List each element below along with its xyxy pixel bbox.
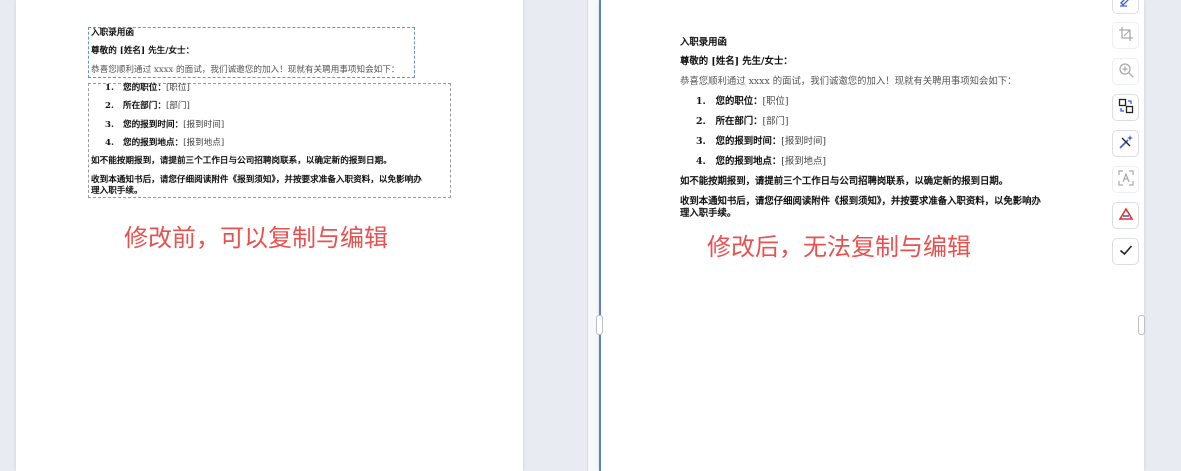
list-item: 3. 您的报到时间：[报到时间] (105, 120, 224, 131)
doc-intro: 恭喜您顺利通过 xxxx 的面试，我们诚邀您的加入！现就有关聘用事项知会如下： (680, 76, 1017, 87)
zoom-in-button[interactable] (1112, 58, 1139, 85)
list-label: 所在部门： (715, 116, 763, 127)
acrobat-button[interactable] (1112, 202, 1139, 229)
doc-closing-line2: 理入职手续。 (91, 186, 143, 196)
list-item: 4. 您的报到地点：[报到地点] (696, 156, 826, 168)
sign-pen-button[interactable] (1112, 0, 1139, 14)
doc-greeting: 尊敬的 [姓名] 先生/女士： (680, 56, 793, 67)
doc-closing-line2: 理入职手续。 (680, 208, 737, 219)
check-button[interactable] (1112, 238, 1139, 265)
list-number: 1. (105, 83, 114, 93)
list-value: [报到地点] (183, 138, 225, 148)
acrobat-icon (1118, 206, 1134, 226)
doc-notice: 如不能按期报到，请提前三个工作日与公司招聘岗联系，以确定新的报到日期。 (91, 156, 392, 166)
doc-closing-line1: 收到本通知书后，请您仔细阅读附件《报到须知》，并按要求准备入职资料，以免影响办 (680, 196, 1041, 207)
list-value: [职位] (762, 96, 789, 107)
list-item: 4. 您的报到地点：[报到地点] (105, 138, 224, 149)
list-label: 您的报到时间： (122, 120, 184, 130)
list-value: [部门] (165, 101, 190, 111)
list-number: 4. (105, 138, 114, 148)
list-value: [报到时间] (781, 136, 827, 147)
list-number: 3. (105, 120, 114, 130)
list-value: [部门] (762, 116, 789, 127)
doc-closing-line1: 收到本通知书后，请您仔细阅读附件《报到须知》，并按要求准备入职资料，以免影响办 (91, 175, 422, 185)
doc-notice: 如不能按期报到，请提前三个工作日与公司招聘岗联系，以确定新的报到日期。 (680, 176, 1009, 187)
caption-after: 修改后，无法复制与编辑 (707, 233, 971, 261)
list-value: [报到时间] (183, 120, 225, 130)
caption-before: 修改前，可以复制与编辑 (124, 224, 388, 252)
check-icon (1118, 242, 1134, 262)
convert-button[interactable] (1112, 94, 1139, 121)
list-label: 您的报到地点： (122, 138, 184, 148)
doc-title: 入职录用函 (91, 28, 134, 38)
list-number: 2. (696, 116, 706, 127)
list-label: 您的职位： (122, 83, 166, 93)
list-label: 您的报到地点： (715, 156, 782, 167)
crop-icon (1118, 26, 1134, 46)
list-label: 您的职位： (715, 96, 763, 107)
list-number: 4. (696, 156, 706, 167)
list-item: 3. 您的报到时间：[报到时间] (696, 136, 826, 148)
zoom-in-icon (1118, 62, 1134, 82)
list-label: 所在部门： (122, 101, 166, 111)
convert-icon (1118, 98, 1134, 118)
ai-magic-button[interactable] (1112, 130, 1139, 157)
list-number: 3. (696, 136, 706, 147)
doc-title: 入职录用函 (680, 37, 727, 48)
doc-intro: 恭喜您顺利通过 xxxx 的面试，我们诚邀您的加入！现就有关聘用事项知会如下： (91, 65, 400, 75)
list-number: 1. (696, 96, 706, 107)
list-item: 1. 您的职位：[职位] (696, 96, 789, 108)
doc-greeting: 尊敬的 [姓名] 先生/女士： (91, 46, 195, 56)
list-item: 2. 所在部门：[部门] (696, 116, 789, 128)
list-value: [职位] (165, 83, 190, 93)
list-label: 您的报到时间： (715, 136, 782, 147)
resize-handle-left[interactable] (596, 315, 603, 335)
list-value: [报到地点] (781, 156, 827, 167)
resize-handle-right[interactable] (1138, 315, 1145, 335)
list-number: 2. (105, 101, 114, 111)
crop-button[interactable] (1112, 22, 1139, 49)
ocr-text-button[interactable] (1112, 166, 1139, 193)
sign-pen-icon (1118, 0, 1134, 11)
list-item: 1. 您的职位：[职位] (105, 83, 190, 94)
list-item: 2. 所在部门：[部门] (105, 101, 190, 112)
ai-magic-icon (1118, 134, 1134, 154)
ocr-text-icon (1117, 169, 1134, 190)
